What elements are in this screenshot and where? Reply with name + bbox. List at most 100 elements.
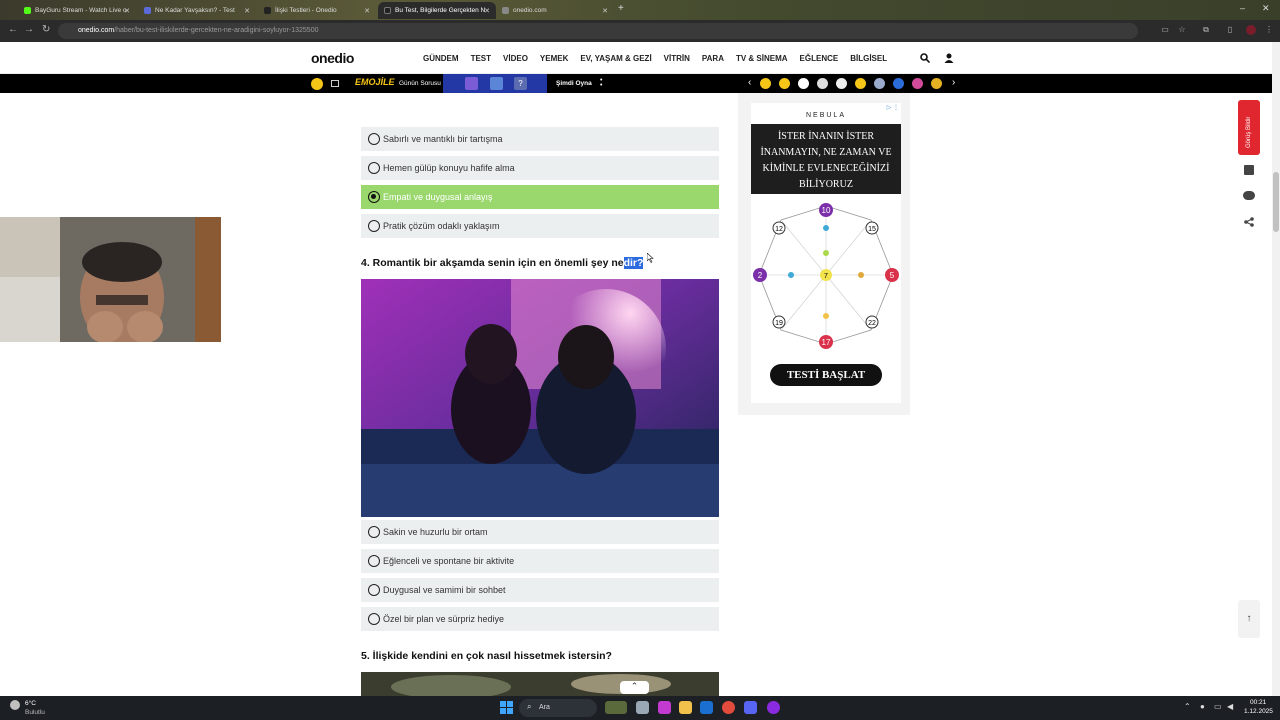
radio-button[interactable] <box>368 133 380 145</box>
chevron-up-icon[interactable]: ⌃ <box>620 681 649 694</box>
star-icon[interactable]: ☆ <box>1177 25 1187 35</box>
forward-icon[interactable]: → <box>24 24 34 35</box>
menu-item[interactable]: TEST <box>471 54 491 63</box>
profile-avatar[interactable] <box>1246 25 1256 35</box>
minimize-button[interactable]: – <box>1240 3 1245 13</box>
start-test-button[interactable]: TESTİ BAŞLAT <box>770 364 882 386</box>
feedback-button[interactable]: Görüş Bildir <box>1238 100 1260 155</box>
menu-item[interactable]: EV, YAŞAM & GEZİ <box>580 54 651 63</box>
back-icon[interactable]: ← <box>8 24 18 35</box>
extensions-icon[interactable]: ⧉ <box>1201 25 1211 35</box>
emoji-icon[interactable] <box>760 78 771 89</box>
emoji-icon[interactable] <box>855 78 866 89</box>
emoji-icon[interactable] <box>836 78 847 89</box>
radio-button[interactable] <box>368 526 380 538</box>
emoji-icon[interactable] <box>817 78 828 89</box>
chevron-right-icon[interactable]: › <box>952 77 955 88</box>
network-icon[interactable]: ▭ <box>1214 702 1222 711</box>
emojile-logo[interactable]: EMOJİLE <box>355 77 395 87</box>
menu-item[interactable]: GÜNDEM <box>423 54 459 63</box>
volume-icon[interactable]: ◀ <box>1227 702 1233 711</box>
mic-icon[interactable]: ● <box>1200 702 1205 711</box>
chrome-icon[interactable] <box>722 701 735 714</box>
new-tab-button[interactable]: + <box>618 3 624 14</box>
comment-icon[interactable] <box>1243 191 1255 200</box>
radio-button[interactable] <box>368 584 380 596</box>
answer-option[interactable]: Eğlenceli ve spontane bir aktivite <box>361 549 719 573</box>
browser-tab[interactable]: Ne Kadar Yavşaksın? - Test ✕ <box>138 2 256 19</box>
windows-start-icon[interactable] <box>500 701 513 714</box>
taskbar-search[interactable]: ⌕ Ara <box>519 699 597 717</box>
emoji-icon[interactable] <box>798 78 809 89</box>
steam-icon[interactable] <box>700 701 713 714</box>
radio-button[interactable] <box>368 162 380 174</box>
clock-time[interactable]: 00:21 <box>1250 699 1266 706</box>
nebula-ad[interactable]: ▷ ⋮ NEBULA İSTER İNANIN İSTER İNANMAYIN,… <box>751 103 901 403</box>
scroll-top-button[interactable]: ↑ <box>1238 600 1260 638</box>
close-window-button[interactable]: ✕ <box>1262 3 1270 14</box>
browser-tab[interactable]: onedio.com ✕ <box>496 2 614 19</box>
gunun-sorusu-label[interactable]: Günün Sorusu <box>399 80 441 87</box>
play-now-button[interactable]: Şimdi Oyna <box>556 80 592 87</box>
menu-item[interactable]: TV & SİNEMA <box>736 54 788 63</box>
menu-item[interactable]: VİDEO <box>503 54 528 63</box>
close-icon[interactable]: ✕ <box>364 7 370 15</box>
browser-tab-active[interactable]: Bu Test, Bilgilerde Gerçekten N ✕ <box>378 2 496 19</box>
widgets-icon[interactable] <box>605 701 627 714</box>
menu-item[interactable]: PARA <box>702 54 724 63</box>
menu-item[interactable]: VİTRİN <box>664 54 690 63</box>
user-icon[interactable] <box>944 53 954 63</box>
emoji-puzzle-box[interactable]: ? <box>443 74 547 93</box>
close-icon[interactable]: ✕ <box>602 7 608 15</box>
answer-option[interactable]: Duygusal ve samimi bir sohbet <box>361 578 719 602</box>
grid-icon[interactable] <box>331 80 339 87</box>
answer-option-selected[interactable]: Empati ve duygusal anlayış <box>361 185 719 209</box>
app-icon[interactable] <box>658 701 671 714</box>
menu-item[interactable]: EĞLENCE <box>800 54 839 63</box>
close-icon[interactable]: ✕ <box>244 7 250 15</box>
clock-date[interactable]: 1.12.2025 <box>1244 708 1273 715</box>
emoji-icon[interactable] <box>874 78 885 89</box>
cast-icon[interactable]: ▭ <box>1160 25 1170 35</box>
menu-item[interactable]: YEMEK <box>540 54 568 63</box>
close-icon[interactable]: ✕ <box>484 7 490 15</box>
weather-icon[interactable] <box>10 700 20 710</box>
radio-button[interactable] <box>368 555 380 567</box>
bookmark-icon[interactable] <box>1244 165 1254 175</box>
emoji-icon[interactable] <box>912 78 923 89</box>
radio-button[interactable] <box>368 613 380 625</box>
menu-item[interactable]: BİLGİSEL <box>850 54 887 63</box>
radio-button[interactable] <box>368 220 380 232</box>
emoji-icon[interactable] <box>779 78 790 89</box>
menu-icon[interactable]: ⋮ <box>1264 25 1274 35</box>
site-logo[interactable]: onedio <box>311 50 354 66</box>
answer-option[interactable]: Özel bir plan ve sürpriz hediye <box>361 607 719 631</box>
question-image <box>361 672 719 696</box>
sidepanel-icon[interactable]: ▯ <box>1225 25 1235 35</box>
scrollbar-thumb[interactable] <box>1273 172 1279 232</box>
reload-icon[interactable]: ↻ <box>42 24 50 35</box>
file-explorer-icon[interactable] <box>679 701 692 714</box>
emoji-icon[interactable] <box>311 78 323 90</box>
browser-tab[interactable]: BayGuru Stream - Watch Live o ✕ <box>18 2 136 19</box>
obs-icon[interactable] <box>767 701 780 714</box>
ad-choices-icon[interactable]: ▷ ⋮ <box>887 104 899 111</box>
answer-option[interactable]: Sakin ve huzurlu bir ortam <box>361 520 719 544</box>
scrollbar[interactable] <box>1272 42 1280 696</box>
share-icon[interactable] <box>1244 217 1254 227</box>
discord-icon[interactable] <box>744 701 757 714</box>
chevron-left-icon[interactable]: ‹ <box>748 77 751 88</box>
emoji-icon[interactable] <box>931 78 942 89</box>
tray-chevron-icon[interactable]: ⌃ <box>1184 702 1191 711</box>
radio-button-checked[interactable] <box>368 191 380 203</box>
search-icon[interactable] <box>920 53 930 63</box>
answer-option[interactable]: Pratik çözüm odaklı yaklaşım <box>361 214 719 238</box>
emoji-icon[interactable] <box>893 78 904 89</box>
answer-option[interactable]: Hemen gülüp konuyu hafife alma <box>361 156 719 180</box>
more-icon[interactable]: • • <box>600 77 602 89</box>
browser-tab[interactable]: İlişki Testleri - Onedio ✕ <box>258 2 376 19</box>
answer-option[interactable]: Sabırlı ve mantıklı bir tartışma <box>361 127 719 151</box>
close-icon[interactable]: ✕ <box>124 7 130 15</box>
task-view-icon[interactable] <box>636 701 649 714</box>
address-bar[interactable]: onedio.com/haber/bu-test-iliskilerde-ger… <box>58 23 1138 39</box>
